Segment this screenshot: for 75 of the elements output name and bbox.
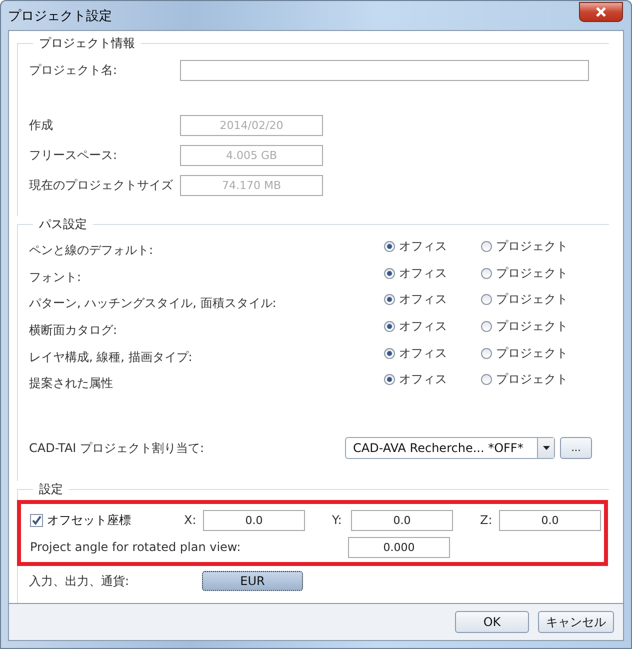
radio-button[interactable] (384, 374, 395, 386)
radio-button[interactable] (384, 240, 395, 252)
radio-option[interactable]: プロジェクト (481, 371, 578, 388)
field-label: CAD-TAI プロジェクト割り当て: (29, 440, 206, 457)
radio-button[interactable] (481, 294, 492, 306)
readonly-field: 2014/02/20 (180, 114, 323, 136)
radio-label: プロジェクト (496, 291, 568, 308)
ok-button[interactable]: OK (455, 611, 529, 633)
field-label: 入力、出力、通貨: (29, 572, 130, 590)
group-title: プロジェクト情報 (38, 35, 136, 52)
radio-button[interactable] (384, 268, 395, 279)
window-title: プロジェクト設定 (8, 8, 112, 24)
radio-option[interactable]: オフィス (384, 344, 481, 362)
radio-label: オフィス (399, 344, 447, 362)
field-label: 現在のプロジェクトサイズ (29, 176, 174, 194)
setting-label: レイヤ構成, 線種, 描画タイプ: (29, 348, 194, 366)
readonly-field: 4.005 GB (180, 144, 323, 166)
setting-label: ペンと線のデフォルト: (29, 242, 154, 259)
setting-label: パターン, ハッチングスタイル, 面積スタイル: (29, 295, 278, 312)
coordinate-field[interactable]: 0.0 (203, 510, 305, 531)
coordinate-field[interactable]: 0.0 (499, 510, 601, 531)
setting-label: 横断面カタログ: (29, 322, 118, 339)
radio-button[interactable] (481, 240, 492, 252)
group-title: パス設定 (38, 216, 88, 233)
field-label: プロジェクト名: (29, 62, 118, 78)
radio-label: プロジェクト (496, 371, 568, 388)
radio-label: オフィス (399, 264, 447, 282)
cancel-button[interactable]: キャンセル (538, 611, 614, 633)
checkbox[interactable] (30, 514, 43, 527)
project-name-field[interactable] (180, 60, 589, 80)
field-label: Project angle for rotated plan view: (30, 540, 242, 554)
readonly-field: 74.170 MB (180, 174, 323, 196)
radio-label: プロジェクト (496, 318, 568, 335)
radio-button[interactable] (481, 320, 492, 332)
radio-button[interactable] (384, 320, 395, 332)
radio-option[interactable]: プロジェクト (481, 291, 578, 308)
coordinate-field[interactable]: 0.0 (351, 510, 453, 531)
radio-option[interactable]: プロジェクト (481, 264, 578, 282)
radio-label: プロジェクト (496, 264, 568, 282)
radio-label: オフィス (399, 371, 447, 388)
angle-field[interactable]: 0.000 (348, 536, 450, 558)
radio-button[interactable] (481, 268, 492, 279)
close-icon (594, 6, 608, 18)
project-dropdown[interactable]: CAD-AVA Recherche... *OFF* (345, 437, 555, 460)
setting-label: フォント: (29, 268, 82, 286)
radio-option[interactable]: プロジェクト (481, 344, 578, 362)
radio-option[interactable]: プロジェクト (481, 318, 578, 335)
radio-label: オフィス (399, 291, 447, 308)
close-button[interactable] (579, 2, 623, 22)
radio-label: オフィス (399, 238, 447, 255)
currency-button[interactable]: EUR (202, 571, 303, 592)
coordinate-label: Y: (332, 513, 343, 528)
radio-button[interactable] (481, 348, 492, 359)
radio-button[interactable] (384, 348, 395, 359)
coordinate-label: Z: (480, 513, 494, 528)
dropdown-value: CAD-AVA Recherche... *OFF* (353, 441, 524, 456)
field-label: 作成 (29, 116, 54, 134)
checkbox-label: オフセット座標 (47, 512, 131, 529)
field-label: フリースペース: (29, 146, 118, 164)
radio-label: プロジェクト (496, 238, 568, 255)
radio-button[interactable] (481, 374, 492, 386)
radio-option[interactable]: オフィス (384, 291, 481, 308)
group-title: 設定 (38, 481, 64, 498)
radio-option[interactable]: オフィス (384, 238, 481, 255)
setting-label: 提案された属性 (29, 375, 114, 392)
coordinate-label: X: (184, 513, 198, 528)
radio-label: プロジェクト (496, 344, 568, 362)
radio-option[interactable]: オフィス (384, 264, 481, 282)
offset-checkbox[interactable]: オフセット座標 (30, 512, 184, 529)
radio-label: オフィス (399, 318, 447, 335)
radio-option[interactable]: オフィス (384, 371, 481, 388)
radio-option[interactable]: プロジェクト (481, 238, 578, 255)
browse-button[interactable]: ... (560, 437, 592, 460)
radio-option[interactable]: オフィス (384, 318, 481, 335)
radio-button[interactable] (384, 294, 395, 306)
